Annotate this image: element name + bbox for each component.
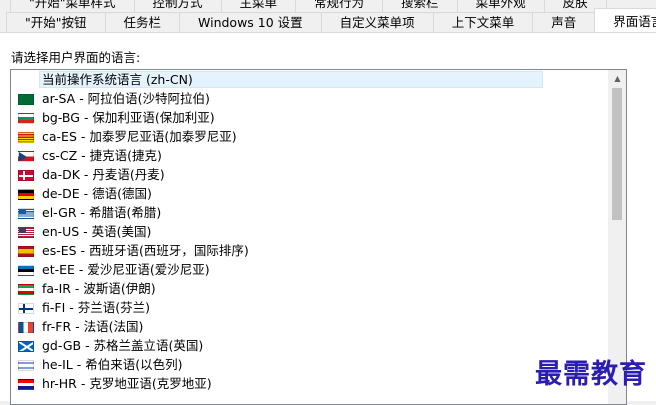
back-tab-0[interactable]: "开始"菜单样式 [10, 0, 135, 12]
language-label: el-GR - 希腊语(希腊) [42, 205, 162, 220]
language-label: fr-FR - 法语(法国) [42, 319, 144, 334]
language-list-item[interactable]: cs-CZ - 捷克语(捷克) [11, 146, 609, 165]
language-list-item[interactable]: hr-HR - 克罗地亚语(克罗地亚) [11, 374, 609, 393]
flag-fi-icon [18, 303, 34, 314]
language-list-item[interactable]: fa-IR - 波斯语(伊朗) [11, 279, 609, 298]
front-tab-6[interactable]: 界面语言 [594, 8, 656, 33]
flag-fr-icon [18, 322, 34, 333]
language-label: et-EE - 爱沙尼亚语(爱沙尼亚) [42, 262, 210, 277]
language-label: es-ES - 西班牙语(西班牙，国际排序) [42, 243, 249, 258]
language-list-item[interactable]: fi-FI - 芬兰语(芬兰) [11, 298, 609, 317]
flag-bg-icon [18, 113, 34, 124]
back-tab-5[interactable]: 菜单外观 [456, 0, 545, 12]
language-label: he-IL - 希伯来语(以色列) [42, 357, 183, 372]
flag-dk-icon [18, 170, 34, 181]
flag-ir-icon [18, 284, 34, 295]
back-tab-3[interactable]: 常规行为 [295, 0, 384, 12]
flag-cz-icon [18, 151, 34, 162]
language-label: fi-FI - 芬兰语(芬兰) [42, 300, 150, 315]
front-tab-5[interactable]: 声音 [532, 12, 596, 32]
language-list-item[interactable]: gd-GB - 苏格兰盖立语(英国) [11, 336, 609, 355]
language-label: de-DE - 德语(德国) [42, 186, 152, 201]
language-list-item[interactable]: da-DK - 丹麦语(丹麦) [11, 165, 609, 184]
language-list-item[interactable]: de-DE - 德语(德国) [11, 184, 609, 203]
language-panel: 请选择用户界面的语言: 当前操作系统语言 (zh-CN) ar-SA - 阿拉伯语… [0, 32, 656, 405]
language-list-item[interactable]: he-IL - 希伯来语(以色列) [11, 355, 609, 374]
back-tab-4[interactable]: 搜索栏 [382, 0, 458, 12]
flag-hr-icon [18, 379, 34, 390]
language-label: ca-ES - 加泰罗尼亚语(加泰罗尼亚) [42, 129, 237, 144]
language-list-item[interactable]: 当前操作系统语言 (zh-CN) [11, 70, 609, 89]
scrollbar-thumb[interactable] [612, 88, 622, 220]
back-tab-2[interactable]: 主菜单 [220, 0, 297, 12]
front-tab-4[interactable]: 上下文菜单 [432, 12, 534, 32]
front-tab-1[interactable]: 任务栏 [104, 12, 181, 32]
language-list-item[interactable]: fr-FR - 法语(法国) [11, 317, 609, 336]
flag-ee-icon [18, 265, 34, 276]
language-list-item[interactable]: el-GR - 希腊语(希腊) [11, 203, 609, 222]
language-label: da-DK - 丹麦语(丹麦) [42, 167, 165, 182]
front-tab-3[interactable]: 自定义菜单项 [320, 12, 434, 32]
language-list-item[interactable]: et-EE - 爱沙尼亚语(爱沙尼亚) [11, 260, 609, 279]
back-tab-1[interactable]: 控制方式 [133, 0, 222, 12]
language-label: en-US - 英语(美国) [42, 224, 152, 239]
flag-gr-icon [18, 208, 34, 219]
scroll-up-arrow-icon[interactable]: ▲ [609, 70, 626, 87]
tab-row-front: "开始"按钮任务栏Windows 10 设置自定义菜单项上下文菜单声音界面语言 [6, 8, 656, 33]
language-list-item[interactable]: ca-ES - 加泰罗尼亚语(加泰罗尼亚) [11, 127, 609, 146]
language-label: bg-BG - 保加利亚语(保加利亚) [42, 110, 215, 125]
flag-sa-icon [18, 94, 34, 105]
language-list-item[interactable]: bg-BG - 保加利亚语(保加利亚) [11, 108, 609, 127]
front-tab-0[interactable]: "开始"按钮 [6, 12, 106, 32]
flag-il-icon [18, 360, 34, 371]
flag-us-icon [18, 227, 34, 238]
flag-es-icon [18, 246, 34, 257]
language-list-item[interactable]: es-ES - 西班牙语(西班牙，国际排序) [11, 241, 609, 260]
language-label: fa-IR - 波斯语(伊朗) [42, 281, 156, 296]
language-list: 当前操作系统语言 (zh-CN) ar-SA - 阿拉伯语(沙特阿拉伯) bg-BG… [11, 70, 609, 393]
flag-gb-icon [18, 341, 34, 352]
language-prompt: 请选择用户界面的语言: [11, 50, 141, 65]
language-list-item[interactable]: ar-SA - 阿拉伯语(沙特阿拉伯) [11, 89, 609, 108]
language-list-item[interactable]: en-US - 英语(美国) [11, 222, 609, 241]
language-label: hr-HR - 克罗地亚语(克罗地亚) [42, 376, 212, 391]
flag-de-icon [18, 189, 34, 200]
language-label: 当前操作系统语言 (zh-CN) [42, 72, 193, 87]
watermark-text: 最需教育 [535, 359, 647, 390]
language-label: cs-CZ - 捷克语(捷克) [42, 148, 162, 163]
front-tab-2[interactable]: Windows 10 设置 [179, 12, 322, 32]
flag-ca-icon [18, 132, 34, 143]
language-label: ar-SA - 阿拉伯语(沙特阿拉伯) [42, 91, 210, 106]
language-label: gd-GB - 苏格兰盖立语(英国) [42, 338, 204, 353]
